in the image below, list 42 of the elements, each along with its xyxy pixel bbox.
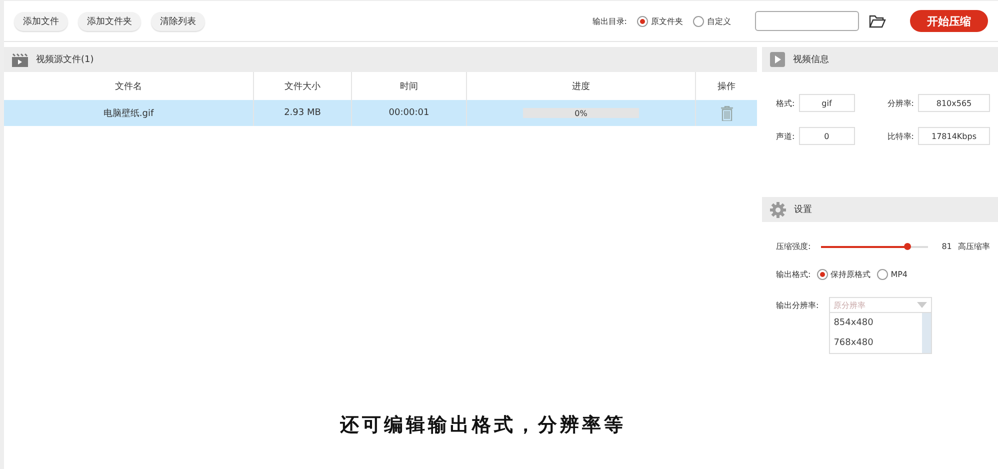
strength-reading: 81 (942, 242, 952, 251)
info-value: 17814Kbps (918, 127, 990, 145)
output-dir-radio[interactable]: 原文件夹 (637, 16, 683, 26)
section-title: 视频信息 (793, 54, 829, 66)
output-dir-label: 输出目录: (592, 16, 627, 26)
info-label: 声道: (776, 130, 795, 142)
info-value: gif (798, 94, 855, 112)
strength-label: 压缩强度: (776, 241, 811, 252)
scrollbar[interactable] (922, 313, 931, 353)
play-icon (770, 52, 785, 67)
folder-icon[interactable] (869, 14, 886, 28)
start-compress-button[interactable]: 开始压缩 (910, 10, 988, 32)
output-dir-radio[interactable]: 自定义 (693, 16, 731, 26)
info-label: 比特率: (887, 130, 914, 142)
toolbar-button[interactable]: 添加文件 (14, 12, 68, 30)
format-radio[interactable]: MP4 (876, 269, 908, 280)
dropdown-option[interactable]: 854x480 (830, 313, 922, 333)
resolution-label: 输出分辨率: (776, 300, 819, 310)
settings-icon (770, 202, 786, 218)
output-path-field[interactable] (755, 11, 859, 31)
toolbar-button[interactable]: 清除列表 (151, 12, 205, 30)
section-title: 视频源文件(1) (36, 54, 94, 66)
toolbar-button[interactable]: 添加文件夹 (78, 12, 141, 30)
table-cell: 2.93 MB (254, 100, 352, 126)
progress-reading: 0% (574, 108, 588, 118)
table-cell: 电脑壁纸.gif (4, 100, 254, 126)
section-title: 设置 (794, 204, 812, 216)
info-label: 格式: (776, 98, 795, 108)
info-label: 分辨率: (887, 98, 914, 108)
info-value: 810x565 (918, 94, 990, 112)
dropdown-option[interactable]: 768x480 (830, 333, 922, 353)
caret-icon (916, 302, 927, 308)
strength-hint: 高压缩率 (958, 241, 990, 252)
trash-icon[interactable] (720, 106, 732, 120)
info-value: 0 (798, 127, 855, 145)
format-label: 输出格式: (776, 269, 811, 280)
file-row[interactable]: 电脑壁纸.gif 2.93 MB 00:00:01 0% (4, 100, 757, 126)
film-icon (12, 52, 28, 66)
table-cell: 00:00:01 (352, 100, 467, 126)
format-radio[interactable]: 保持原格式 (816, 269, 871, 280)
column-header: 操作 (716, 80, 736, 94)
video-caption: 还可编辑输出格式，分辨率等 (340, 413, 626, 438)
